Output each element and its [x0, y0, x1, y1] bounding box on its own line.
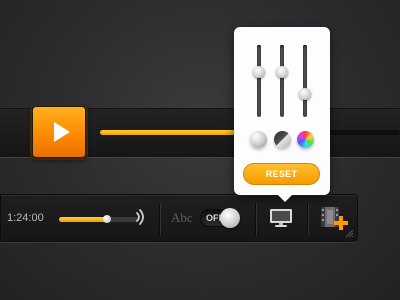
speaker-icon[interactable] — [135, 207, 151, 227]
volume-slider[interactable] — [59, 215, 139, 223]
divider — [255, 203, 256, 235]
divider — [307, 203, 308, 235]
contrast-slider-knob[interactable] — [276, 66, 288, 79]
video-settings-popup: RESET — [234, 27, 330, 202]
caption-toggle[interactable]: OFF — [200, 208, 240, 228]
volume-fill — [59, 217, 107, 222]
popup-arrow — [278, 195, 292, 202]
contrast-slider[interactable] — [276, 45, 288, 117]
control-bar: 1:24:00 Abc OFF — [0, 194, 358, 242]
divider — [159, 203, 160, 235]
saturation-slider-knob[interactable] — [299, 87, 311, 100]
play-button[interactable] — [32, 106, 86, 158]
brightness-slider[interactable] — [253, 45, 265, 117]
saturation-slider[interactable] — [299, 45, 311, 117]
reset-button[interactable]: RESET — [243, 163, 320, 185]
caption-label: Abc — [171, 210, 193, 225]
contrast-icon[interactable] — [274, 131, 291, 148]
monitor-icon[interactable] — [269, 208, 293, 228]
progress-fill — [100, 130, 235, 135]
resize-grip-icon[interactable] — [344, 228, 354, 238]
color-wheel-icon[interactable] — [297, 131, 314, 148]
brightness-slider-knob[interactable] — [253, 66, 265, 79]
play-icon — [54, 122, 70, 142]
brightness-icon[interactable] — [250, 131, 267, 148]
time-label: 1:24:00 — [7, 212, 44, 224]
volume-knob[interactable] — [103, 215, 111, 223]
toggle-knob — [220, 208, 240, 228]
